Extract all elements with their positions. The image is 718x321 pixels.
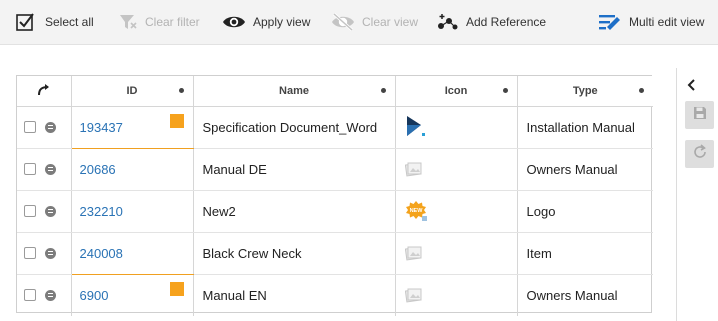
- add-reference-icon: [437, 12, 459, 32]
- id-cell[interactable]: 240008: [71, 232, 194, 275]
- table-row[interactable]: 193437 Specification Document_Word Insta…: [17, 106, 653, 149]
- add-reference-label: Add Reference: [466, 15, 547, 29]
- eye-off-icon: [331, 12, 355, 32]
- status-icon: [45, 121, 56, 133]
- multi-edit-icon: [598, 12, 622, 32]
- flag-marker: [169, 281, 184, 296]
- row-checkbox[interactable]: [24, 163, 36, 175]
- id-cell[interactable]: 193437: [70, 106, 194, 149]
- chevron-left-icon[interactable]: [686, 78, 696, 94]
- id-link[interactable]: 6900: [80, 288, 109, 303]
- placeholder-image-icon: [404, 287, 517, 303]
- status-icon: [45, 289, 56, 301]
- column-header-name[interactable]: Name: [193, 76, 396, 107]
- table-row[interactable]: 20686 Manual DE Owners Manual: [17, 148, 653, 191]
- add-reference-button[interactable]: Add Reference: [437, 11, 546, 33]
- row-checkbox[interactable]: [24, 121, 36, 133]
- column-label-name: Name: [279, 84, 309, 97]
- table-row[interactable]: 6900 Manual EN Owners Manual: [17, 274, 653, 316]
- column-label-icon: Icon: [444, 84, 468, 97]
- side-panel: [676, 68, 718, 321]
- link-arrow-icon: [37, 84, 51, 100]
- column-header-type[interactable]: Type: [517, 76, 653, 107]
- clear-view-label: Clear view: [362, 15, 419, 29]
- apply-view-label: Apply view: [253, 15, 311, 29]
- icon-cell: NEW: [395, 190, 518, 233]
- new-badge-icon: NEW: [405, 200, 517, 222]
- column-label-type: Type: [572, 84, 598, 97]
- type-cell: Installation Manual: [517, 106, 653, 149]
- column-menu-dot-icon[interactable]: [178, 88, 184, 93]
- play-brand-icon: [405, 114, 517, 140]
- id-link[interactable]: 232210: [80, 204, 123, 219]
- icon-cell: [395, 148, 518, 191]
- table-row[interactable]: 232210 New2 NEW Logo: [17, 190, 653, 233]
- name-cell: New2: [193, 190, 396, 233]
- table-row[interactable]: 240008 Black Crew Neck Item: [17, 232, 653, 275]
- eye-icon: [222, 12, 246, 32]
- name-cell: Black Crew Neck: [193, 232, 396, 275]
- select-all-label: Select all: [45, 15, 94, 29]
- toolbar: Select all Clear filter Apply view Clear…: [0, 0, 718, 45]
- icon-cell: [395, 232, 518, 275]
- icon-cell: [395, 274, 518, 316]
- status-icon: [45, 163, 56, 175]
- name-cell: Specification Document_Word: [193, 106, 396, 149]
- id-cell[interactable]: 20686: [71, 148, 194, 191]
- id-link[interactable]: 240008: [80, 246, 123, 261]
- clear-filter-label: Clear filter: [145, 15, 200, 29]
- row-checkbox[interactable]: [24, 289, 36, 301]
- name-cell: Manual EN: [193, 274, 396, 316]
- name-cell: Manual DE: [193, 148, 396, 191]
- header-row: ID Name Icon Type: [17, 76, 653, 107]
- column-header-icon[interactable]: Icon: [395, 76, 518, 107]
- clear-view-button[interactable]: Clear view: [331, 11, 418, 33]
- column-label-id: ID: [126, 84, 138, 97]
- data-grid: ID Name Icon Type 193437 Specification D…: [16, 75, 653, 316]
- column-menu-dot-icon[interactable]: [380, 88, 386, 93]
- select-all-icon: [16, 12, 38, 32]
- apply-view-button[interactable]: Apply view: [222, 11, 310, 33]
- multi-edit-view-label: Multi edit view: [629, 15, 705, 29]
- clear-filter-button[interactable]: Clear filter: [118, 11, 200, 33]
- status-icon: [45, 247, 56, 259]
- type-cell: Item: [517, 232, 653, 275]
- flag-marker: [169, 113, 184, 128]
- type-cell: Owners Manual: [526, 287, 618, 303]
- refresh-button[interactable]: [685, 140, 714, 168]
- column-menu-dot-icon[interactable]: [639, 88, 644, 93]
- new-badge-text: NEW: [409, 208, 423, 214]
- column-header-id[interactable]: ID: [71, 76, 194, 107]
- id-cell[interactable]: 6900: [70, 274, 194, 316]
- clear-filter-icon: [118, 12, 138, 32]
- column-menu-dot-icon[interactable]: [502, 88, 508, 93]
- row-checkbox[interactable]: [24, 247, 36, 259]
- multi-edit-view-button[interactable]: Multi edit view: [598, 11, 704, 33]
- select-all-button[interactable]: Select all: [16, 11, 94, 33]
- type-cell: Owners Manual: [517, 148, 653, 191]
- placeholder-image-icon: [404, 161, 517, 177]
- status-icon: [45, 205, 56, 217]
- id-link[interactable]: 193437: [80, 120, 123, 135]
- reference-column-header[interactable]: [17, 76, 72, 107]
- row-checkbox[interactable]: [24, 205, 36, 217]
- type-cell: Logo: [517, 190, 653, 233]
- refresh-icon: [692, 143, 708, 165]
- id-cell[interactable]: 232210: [71, 190, 194, 233]
- id-link[interactable]: 20686: [80, 162, 116, 177]
- icon-cell: [395, 106, 518, 149]
- save-icon: [693, 106, 707, 125]
- save-button[interactable]: [685, 101, 714, 129]
- placeholder-image-icon: [404, 245, 517, 261]
